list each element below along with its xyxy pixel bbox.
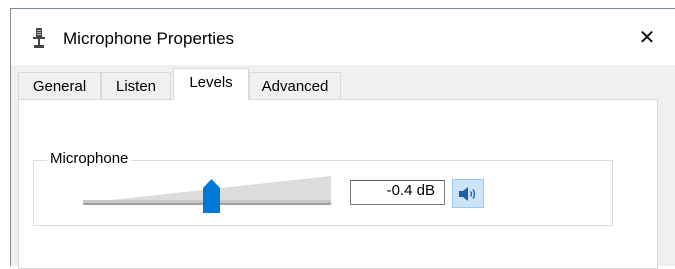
- tab-strip: General Listen Levels Advanced: [18, 68, 658, 100]
- close-button[interactable]: ✕: [631, 22, 663, 52]
- microphone-level-slider-thumb[interactable]: [203, 179, 221, 213]
- level-db-value: -0.4 dB: [386, 182, 435, 199]
- mute-toggle-button[interactable]: [452, 179, 484, 208]
- microphone-group-label: Microphone: [47, 150, 132, 167]
- title-bar[interactable]: Microphone Properties ✕: [11, 9, 675, 65]
- tab-levels[interactable]: Levels: [173, 68, 249, 100]
- close-icon: ✕: [638, 26, 656, 49]
- microphone-icon: [33, 28, 45, 48]
- tab-listen[interactable]: Listen: [101, 72, 171, 99]
- tab-general[interactable]: General: [18, 72, 101, 99]
- dialog-title: Microphone Properties: [63, 29, 235, 48]
- speaker-volume-icon: [459, 186, 476, 201]
- tab-advanced[interactable]: Advanced: [249, 72, 341, 99]
